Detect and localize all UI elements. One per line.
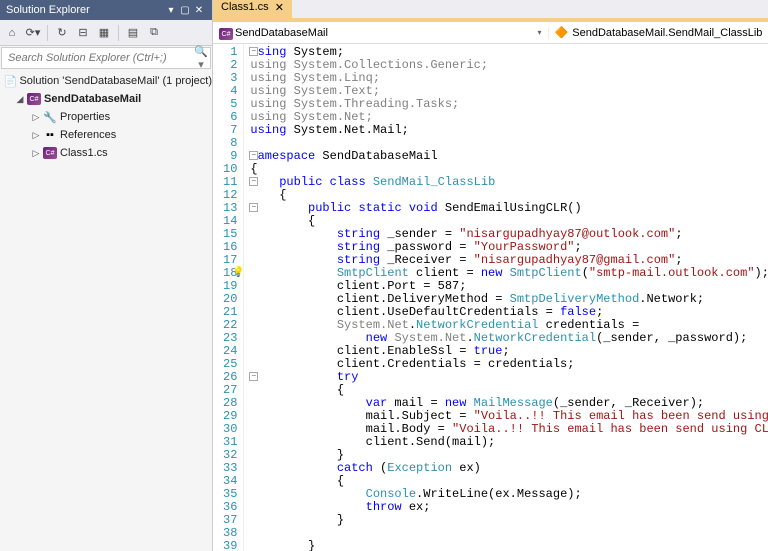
tab-class1[interactable]: Class1.cs ✕ <box>213 0 292 18</box>
refresh-icon[interactable]: ↻ <box>53 24 71 42</box>
wrench-icon: 🔧 <box>42 110 58 124</box>
dropdown-icon[interactable]: ▾ <box>164 5 178 16</box>
solution-tree[interactable]: 📄 Solution 'SendDatabaseMail' (1 project… <box>0 70 212 551</box>
project-dropdown[interactable]: C# SendDatabaseMail ▾ <box>213 27 549 39</box>
fold-icon[interactable]: − <box>249 151 258 160</box>
show-all-icon[interactable]: ▦ <box>95 24 113 42</box>
fold-icon[interactable]: − <box>249 47 258 56</box>
search-input[interactable] <box>2 52 192 64</box>
csharp-project-icon: C# <box>26 92 42 106</box>
references-icon: ▪▪ <box>42 128 58 142</box>
tab-label: Class1.cs <box>221 1 269 13</box>
chevron-down-icon[interactable]: ◢ <box>14 94 26 105</box>
close-icon[interactable]: ✕ <box>192 5 206 16</box>
search-icon[interactable]: 🔍▾ <box>192 45 210 71</box>
code-editor[interactable]: 1234567891011121314151617181920212223242… <box>213 44 768 551</box>
class-icon: 🔶 <box>555 26 569 39</box>
preview-icon[interactable]: ⧉ <box>145 24 163 42</box>
search-box[interactable]: 🔍▾ <box>1 47 211 69</box>
fold-icon[interactable]: − <box>249 177 258 186</box>
chevron-down-icon: ▾ <box>538 28 542 37</box>
solution-icon: 📄 <box>4 74 18 88</box>
chevron-right-icon[interactable]: ▷ <box>30 130 42 141</box>
solution-toolbar: ⌂ ⟳▾ ↻ ⊟ ▦ ▤ ⧉ <box>0 20 212 46</box>
properties-node[interactable]: ▷ 🔧 Properties <box>0 108 212 126</box>
panel-header: Solution Explorer ▾ ▢ ✕ <box>0 0 212 20</box>
panel-title: Solution Explorer <box>6 4 164 16</box>
editor-tabbar: Class1.cs ✕ <box>213 0 768 22</box>
references-node[interactable]: ▷ ▪▪ References <box>0 126 212 144</box>
lightbulb-icon[interactable]: 💡 <box>232 267 244 280</box>
csharp-icon: C# <box>219 27 231 39</box>
chevron-right-icon[interactable]: ▷ <box>30 148 42 159</box>
fold-icon[interactable]: − <box>249 203 258 212</box>
properties-icon[interactable]: ▤ <box>124 24 142 42</box>
code-source[interactable]: −using System;using System.Collections.G… <box>244 44 768 551</box>
editor-area: Class1.cs ✕ C# SendDatabaseMail ▾ 🔶 Send… <box>213 0 768 551</box>
nav-bar: C# SendDatabaseMail ▾ 🔶 SendDatabaseMail… <box>213 22 768 44</box>
csharp-file-icon: C# <box>42 146 58 160</box>
solution-node[interactable]: 📄 Solution 'SendDatabaseMail' (1 project… <box>0 72 212 90</box>
fold-icon[interactable]: − <box>249 372 258 381</box>
chevron-right-icon[interactable]: ▷ <box>30 112 42 123</box>
collapse-icon[interactable]: ⊟ <box>74 24 92 42</box>
file-node[interactable]: ▷ C# Class1.cs <box>0 144 212 162</box>
class-dropdown[interactable]: 🔶 SendDatabaseMail.SendMail_ClassLib ▾ <box>549 26 768 39</box>
pin-icon[interactable]: ▢ <box>178 5 192 16</box>
home-icon[interactable]: ⌂ <box>3 24 21 42</box>
tab-close-icon[interactable]: ✕ <box>275 1 284 14</box>
project-node[interactable]: ◢ C# SendDatabaseMail <box>0 90 212 108</box>
sync-icon[interactable]: ⟳▾ <box>24 24 42 42</box>
solution-explorer-panel: Solution Explorer ▾ ▢ ✕ ⌂ ⟳▾ ↻ ⊟ ▦ ▤ ⧉ 🔍… <box>0 0 213 551</box>
line-number-gutter: 1234567891011121314151617181920212223242… <box>213 44 244 551</box>
